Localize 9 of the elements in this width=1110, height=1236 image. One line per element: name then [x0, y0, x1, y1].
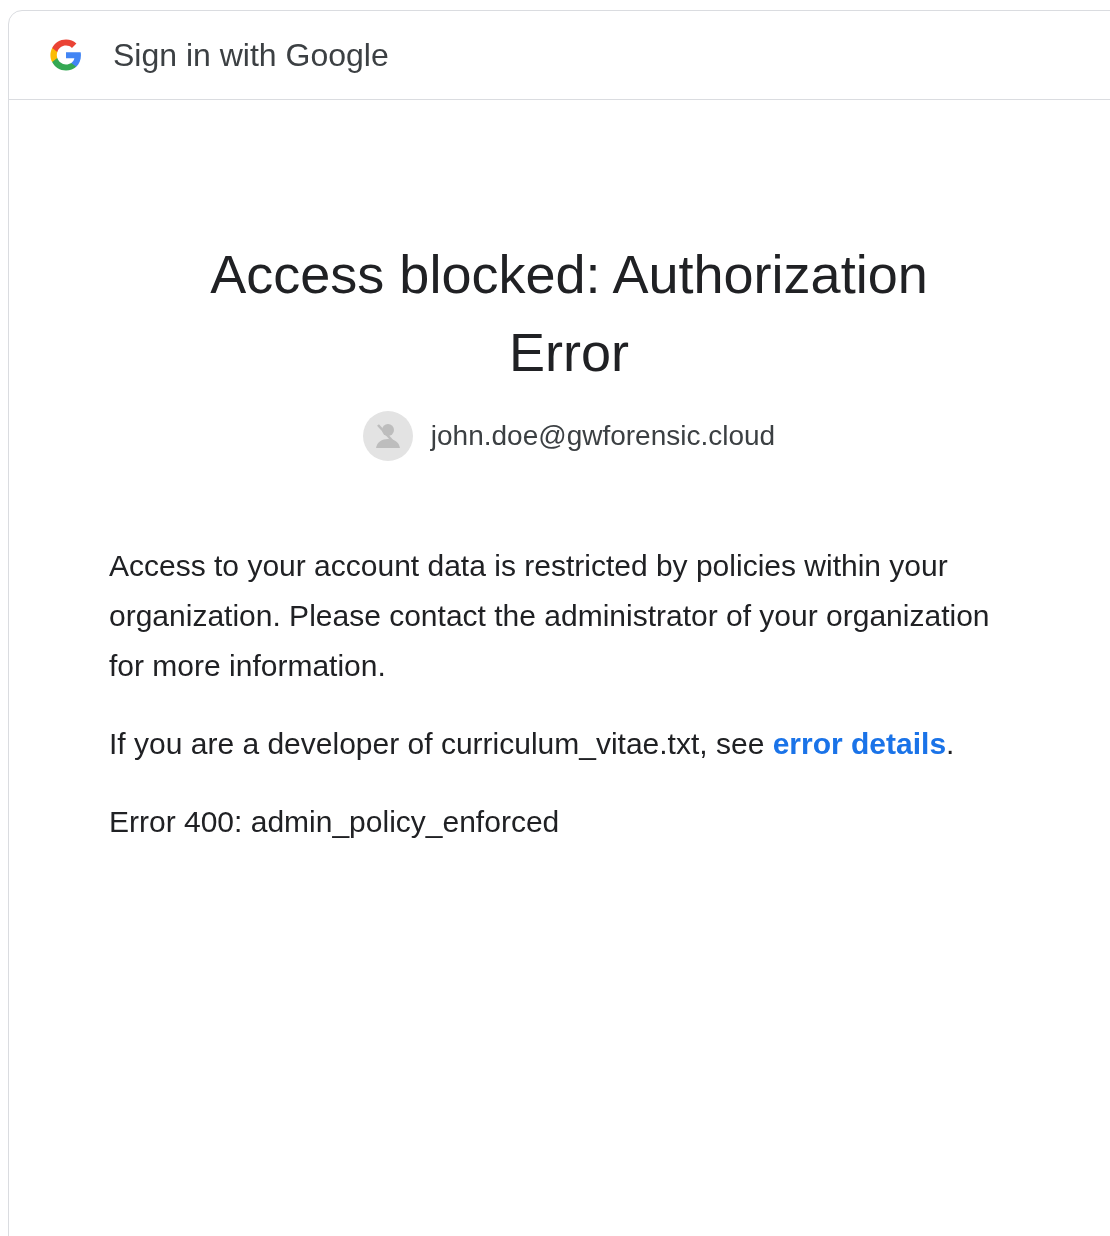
message-paragraph: Error 400: admin_policy_enforced — [109, 804, 561, 840]
account-email: john.doe@gwforensic.cloud — [430, 419, 776, 453]
header-title: Sign in with Google — [113, 36, 389, 75]
error-details-link[interactable]: error details — [772, 727, 947, 760]
developer-paragraph: If you are a developer of curriculum_vitae.txt, see error details. — [109, 726, 956, 762]
page-heading: Access blocked: Authorization Error — [209, 243, 929, 384]
message-paragraph: Access to your account data is restricted by policies within your organization. Please contact the administrator of your organization for more information. — [109, 548, 991, 684]
google-logo-icon — [49, 38, 83, 72]
avatar-icon — [362, 411, 413, 461]
